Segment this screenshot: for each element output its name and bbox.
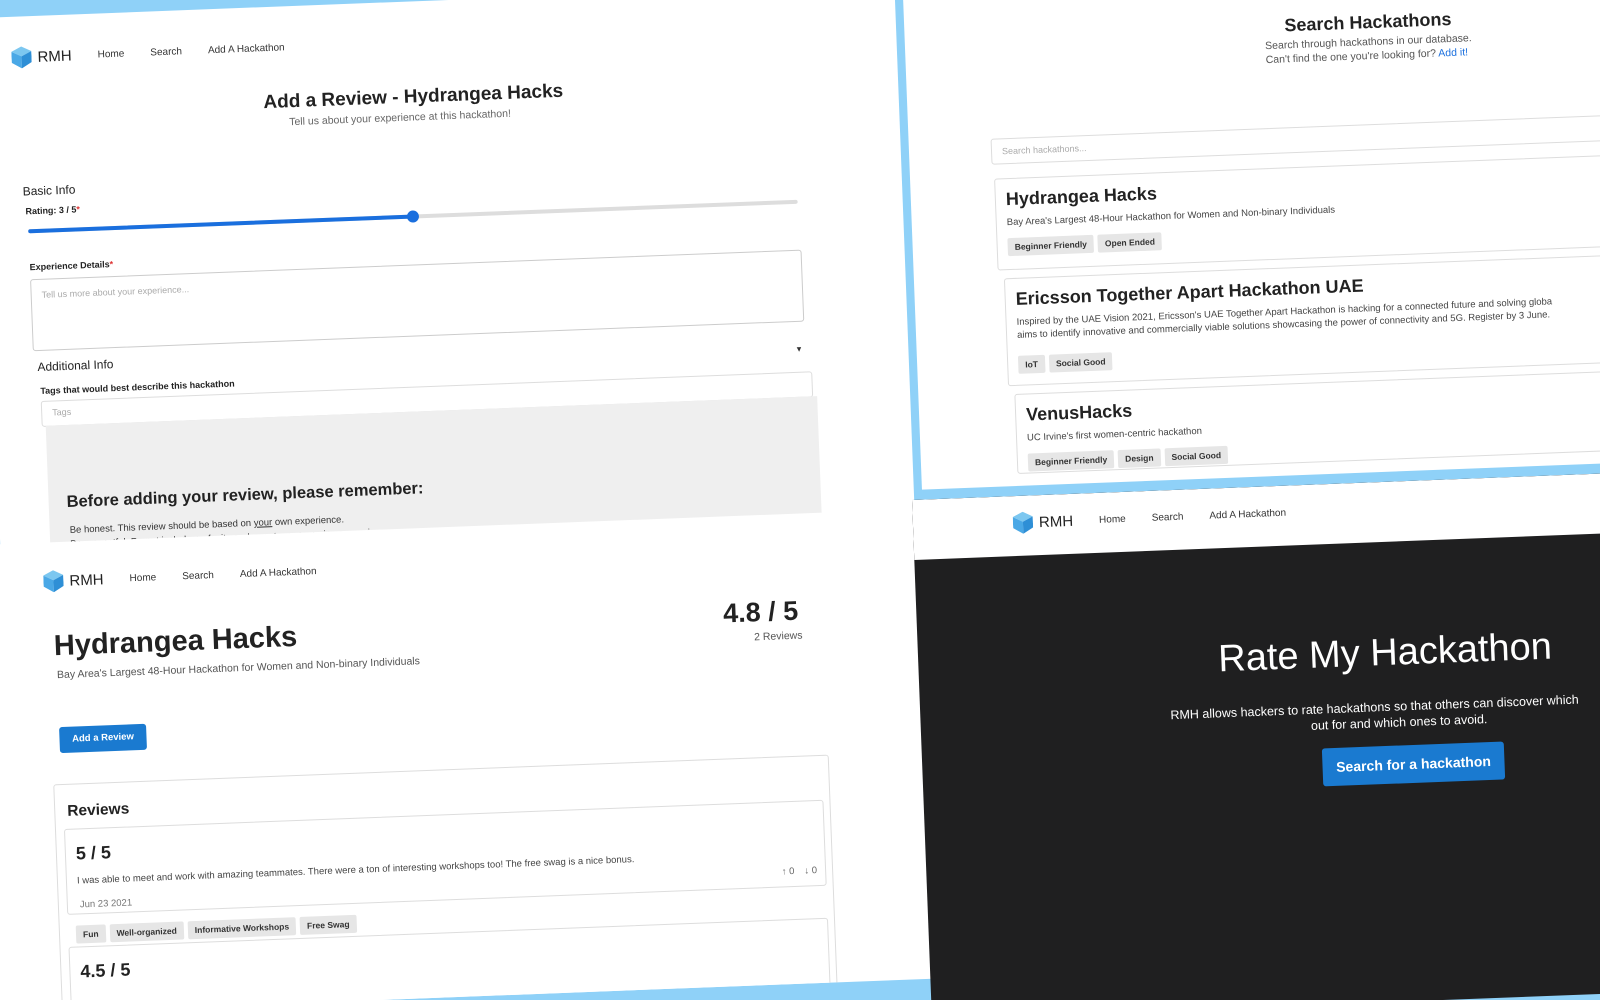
page-title: Search Hackathons <box>1284 8 1452 36</box>
landing-panel: RMH Home Search Add A Hackathon Rate My … <box>912 470 1600 1000</box>
arrow-down-icon[interactable]: ↓ <box>804 865 809 876</box>
nav-add-hackathon-link[interactable]: Add A Hackathon <box>1209 507 1286 521</box>
tag: Well-organized <box>109 921 185 943</box>
hackathon-name[interactable]: VenusHacks <box>1026 400 1133 425</box>
tag: Social Good <box>1164 445 1229 467</box>
review-date: Jun 23 2021 <box>79 897 133 911</box>
tag: IoT <box>1017 354 1046 374</box>
navbar: RMH Home Search Add A Hackathon <box>43 560 317 593</box>
logo-text: RMH <box>69 570 104 590</box>
experience-textarea[interactable]: Tell us more about your experience... <box>30 249 805 352</box>
search-panel: RMH Home Search Hackathons Search throug… <box>902 0 1600 490</box>
additional-info-heading: Additional Info <box>37 357 114 375</box>
review-score: 4.5 / 5 <box>80 959 131 982</box>
nav-add-hackathon-link[interactable]: Add A Hackathon <box>208 42 285 56</box>
logo[interactable]: RMH <box>43 568 104 593</box>
nav-home-link[interactable]: Home <box>129 572 156 584</box>
nav-search-link[interactable]: Search <box>150 46 182 58</box>
hero-title: Rate My Hackathon <box>1217 625 1553 681</box>
experience-label: Experience Details* <box>29 259 114 273</box>
review-votes: ↑ 0 ↓ 0 <box>782 865 818 877</box>
chevron-down-icon[interactable]: ▾ <box>797 344 802 355</box>
review-score: 5 / 5 <box>75 842 112 864</box>
review-text: I was able to meet and work with amazing… <box>76 854 635 887</box>
nav-search-link[interactable]: Search <box>182 570 214 582</box>
tag-list: IoT Social Good <box>1017 351 1117 374</box>
hackathon-detail-panel: RMH Home Search Add A Hackathon Hydrange… <box>0 508 943 1000</box>
cube-logo-icon <box>1012 511 1034 534</box>
upvote-count: 0 <box>788 865 795 878</box>
nav-home-link[interactable]: Home <box>1099 513 1126 525</box>
add-review-panel: RMH Home Search Add A Hackathon Add a Re… <box>0 0 915 548</box>
average-rating: 4.8 / 5 <box>722 595 799 629</box>
arrow-up-icon[interactable]: ↑ <box>782 866 787 877</box>
cube-logo-icon <box>11 46 32 69</box>
hackathon-card[interactable]: Hydrangea Hacks Bay Area's Largest 48-Ho… <box>994 151 1600 271</box>
tag: Social Good <box>1048 352 1113 373</box>
nav-search-link[interactable]: Search <box>1152 511 1184 523</box>
logo[interactable]: RMH <box>11 45 72 69</box>
review-count: 2 Reviews <box>753 629 803 644</box>
hackathon-description: UC Irvine's first women-centric hackatho… <box>1026 425 1203 444</box>
add-it-link[interactable]: Add it! <box>1438 46 1468 59</box>
logo-text: RMH <box>1038 512 1074 531</box>
rating-slider-fill <box>28 214 414 234</box>
guidelines-heading: Before adding your review, please rememb… <box>66 479 424 512</box>
nav-home-link[interactable]: Home <box>97 48 124 60</box>
tag: Free Swag <box>299 914 357 935</box>
tag: Informative Workshops <box>187 917 297 940</box>
navbar: RMH Home Search Add A Hackathon <box>11 36 285 69</box>
search-hackathon-button[interactable]: Search for a hackathon <box>1321 741 1506 787</box>
basic-info-heading: Basic Info <box>22 182 76 199</box>
logo[interactable]: RMH <box>1012 510 1074 534</box>
hackathon-card[interactable]: Ericsson Together Apart Hackathon UAE In… <box>1003 251 1600 387</box>
page-title: Add a Review - Hydrangea Hacks <box>263 80 564 114</box>
review-card: 5 / 5 I was able to meet and work with a… <box>63 799 827 915</box>
add-review-button[interactable]: Add a Review <box>59 723 147 754</box>
hackathon-name[interactable]: Hydrangea Hacks <box>1005 183 1157 210</box>
reviews-section: Reviews 5 / 5 I was able to meet and wor… <box>53 754 839 1000</box>
reviews-heading: Reviews <box>66 800 130 820</box>
tag-list: Beginner Friendly Open Ended <box>1007 231 1166 257</box>
tag: Fun <box>75 924 106 944</box>
tag: Open Ended <box>1097 232 1163 253</box>
hackathon-card[interactable]: VenusHacks UC Irvine's first women-centr… <box>1014 367 1600 474</box>
downvote-count: 0 <box>811 865 818 877</box>
rating-slider-thumb[interactable] <box>406 210 420 223</box>
tags-label: Tags that would best describe this hacka… <box>40 378 235 396</box>
upvote-button[interactable]: ↑ 0 <box>782 866 795 877</box>
logo-text: RMH <box>37 47 73 66</box>
nav-add-hackathon-link[interactable]: Add A Hackathon <box>240 566 317 580</box>
rating-label: Rating: 3 / 5* <box>25 204 81 217</box>
tag: Beginner Friendly <box>1027 450 1115 472</box>
search-input[interactable]: Search hackathons... <box>990 111 1600 165</box>
tag: Beginner Friendly <box>1007 234 1095 257</box>
rating-slider[interactable] <box>28 199 798 234</box>
tag: Design <box>1117 448 1161 469</box>
cube-logo-icon <box>43 570 64 593</box>
hackathon-title: Hydrangea Hacks <box>53 620 298 663</box>
tag-list: Beginner Friendly Design Social Good <box>1027 445 1233 472</box>
downvote-button[interactable]: ↓ 0 <box>804 865 817 876</box>
